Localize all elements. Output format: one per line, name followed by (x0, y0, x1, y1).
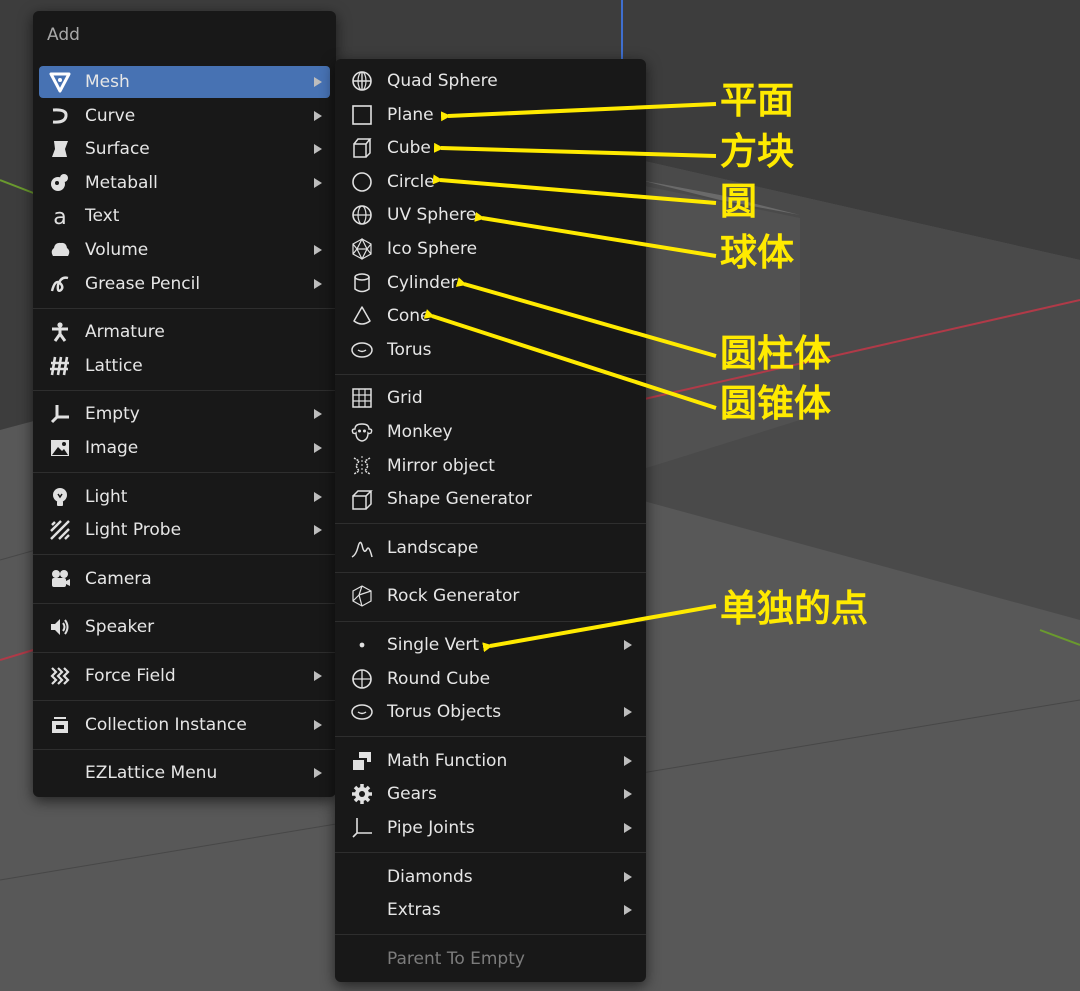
annotation-arrow (455, 277, 717, 358)
annotation-arrow (432, 174, 717, 205)
annotation-arrow (433, 142, 717, 158)
annotation-arrows (423, 102, 717, 653)
annotation-label: 方块 (720, 130, 794, 173)
annotation-arrow (423, 309, 717, 410)
annotation-arrow (482, 604, 717, 653)
annotation-arrow (440, 102, 717, 122)
annotation-arrow (474, 211, 717, 258)
annotation-label: 圆 (720, 180, 757, 223)
annotation-label: 圆锥体 (720, 382, 831, 425)
annotation-label: 球体 (720, 231, 794, 274)
annotation-label: 圆柱体 (720, 332, 831, 375)
annotation-label: 平面 (720, 79, 794, 122)
annotation-label: 单独的点 (720, 587, 868, 630)
